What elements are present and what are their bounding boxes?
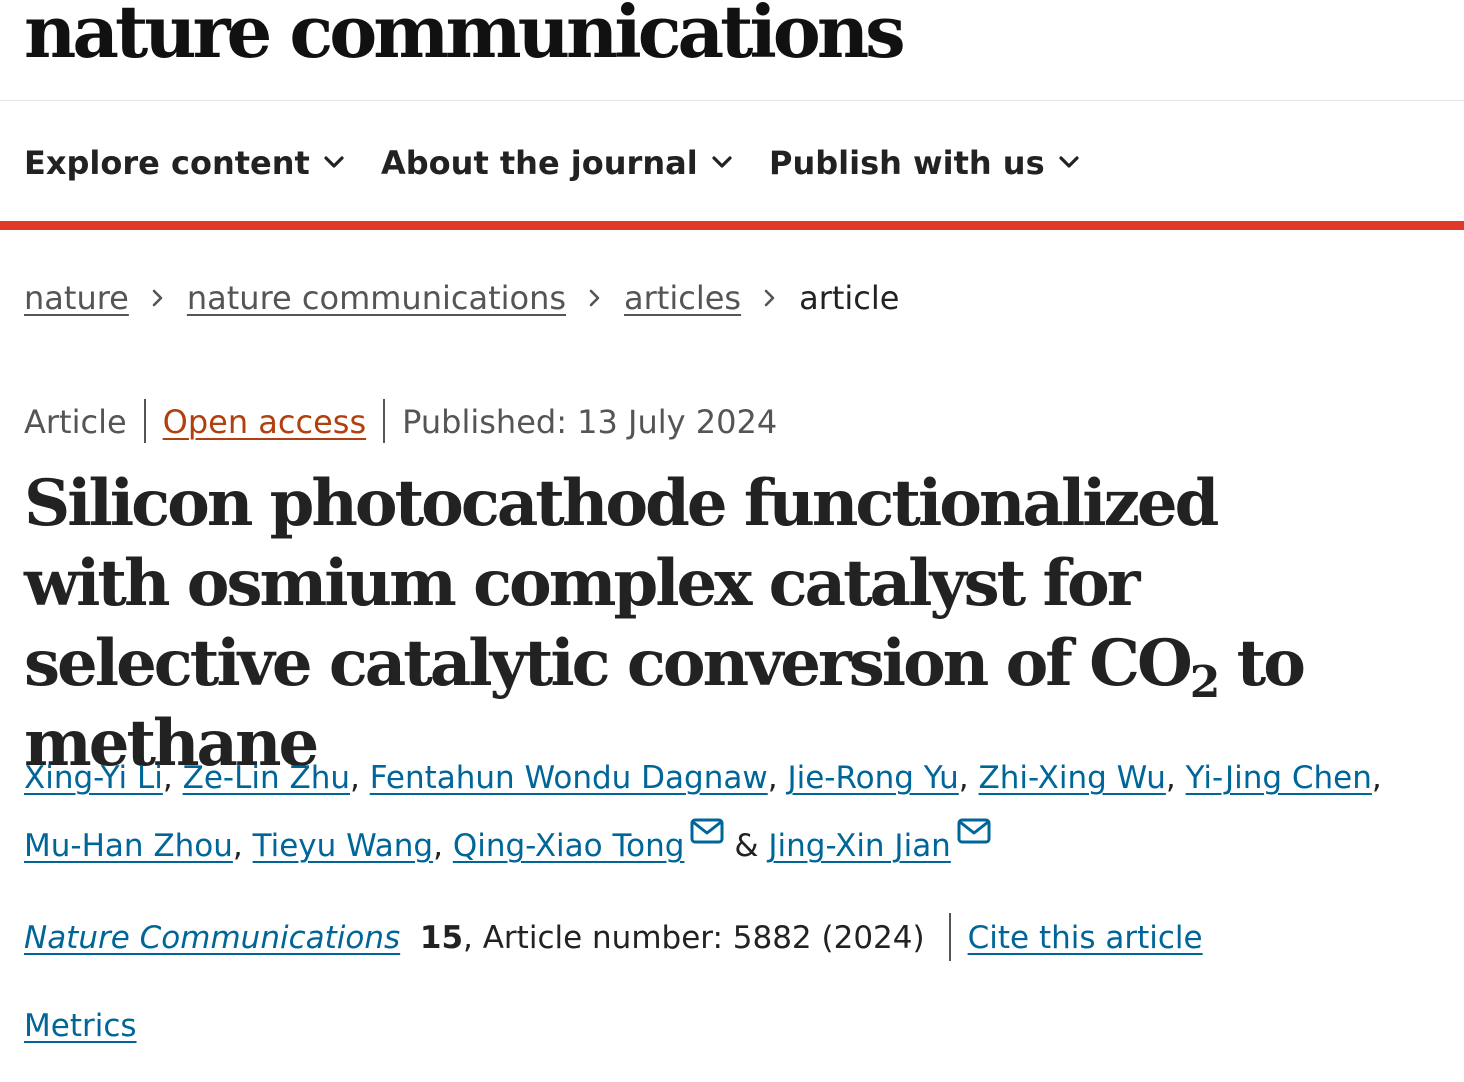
author-separator: , [162,760,183,796]
chevron-right-icon [589,289,600,307]
author-separator: , [232,828,253,864]
author-link[interactable]: Zhi-Xing Wu [979,760,1166,796]
title-text: Silicon photocathode functionalized with… [24,466,1219,701]
article-type: Article [24,403,127,441]
open-access-link[interactable]: Open access [163,403,366,441]
nav-publish-with-us[interactable]: Publish with us [769,143,1081,183]
breadcrumb: nature nature communications articles artic… [24,276,899,320]
breadcrumb-current: article [799,279,900,317]
chevron-down-icon [712,156,732,168]
nav-accent-bar [0,221,1464,230]
breadcrumb-articles[interactable]: articles [624,279,741,317]
author-link[interactable]: Mu-Han Zhou [24,828,233,864]
volume-number: 15 [419,920,464,956]
main-navigation: Explore content About the journal Publis… [0,101,1464,221]
chevron-down-icon [1059,156,1079,168]
author-link[interactable]: Xing-Yi Li [24,760,163,796]
mail-icon[interactable] [957,818,991,844]
nav-publish-with-us-label: Publish with us [769,144,1045,182]
author-separator: , [958,760,979,796]
author-separator: , [1165,760,1186,796]
mail-icon[interactable] [690,818,724,844]
nav-explore-content[interactable]: Explore content [24,143,346,183]
article-meta: Article Open access Published: 13 July 202… [24,399,778,444]
author-separator: , [1371,760,1382,796]
author-link[interactable]: Ze-Lin Zhu [183,760,350,796]
author-separator: , [767,760,788,796]
citation-divider [948,912,951,961]
breadcrumb-nature[interactable]: nature [24,279,129,317]
meta-divider [383,399,386,443]
nav-about-journal[interactable]: About the journal [381,143,734,183]
published-date: Published: 13 July 2024 [402,403,778,441]
author-link[interactable]: Qing-Xiao Tong [453,828,685,864]
masthead: nature communications [0,0,1464,101]
chevron-right-icon [764,289,775,307]
citation-line: Nature Communications 15, Article number… [24,912,1203,962]
author-link[interactable]: Fentahun Wondu Dagnaw [370,760,768,796]
metrics-link[interactable]: Metrics [24,1008,137,1044]
author-link[interactable]: Jing-Xin Jian [768,828,950,864]
article-title: Silicon photocathode functionalized with… [24,464,1306,784]
nav-explore-content-label: Explore content [24,144,310,182]
cite-this-article-link[interactable]: Cite this article [968,920,1203,956]
author-separator: , [350,760,370,796]
author-link[interactable]: Jie-Rong Yu [787,760,958,796]
chevron-right-icon [152,289,163,307]
metrics-section: Metrics [24,1004,137,1048]
nav-about-journal-label: About the journal [381,144,698,182]
author-link[interactable]: Tieyu Wang [253,828,434,864]
author-list: Xing-Yi Li, Ze-Lin Zhu, Fentahun Wondu D… [24,744,1444,880]
title-subscript: 2 [1189,657,1221,708]
journal-logo[interactable]: nature communications [24,0,906,68]
article-number: , Article number: 5882 (2024) [463,920,925,956]
author-link[interactable]: Yi-Jing Chen [1186,760,1372,796]
chevron-down-icon [324,156,344,168]
author-separator: , [433,828,453,864]
journal-name-link[interactable]: Nature Communications [24,920,400,956]
author-ampersand: & [734,828,759,864]
breadcrumb-nature-communications[interactable]: nature communications [187,279,566,317]
meta-divider [143,399,146,443]
